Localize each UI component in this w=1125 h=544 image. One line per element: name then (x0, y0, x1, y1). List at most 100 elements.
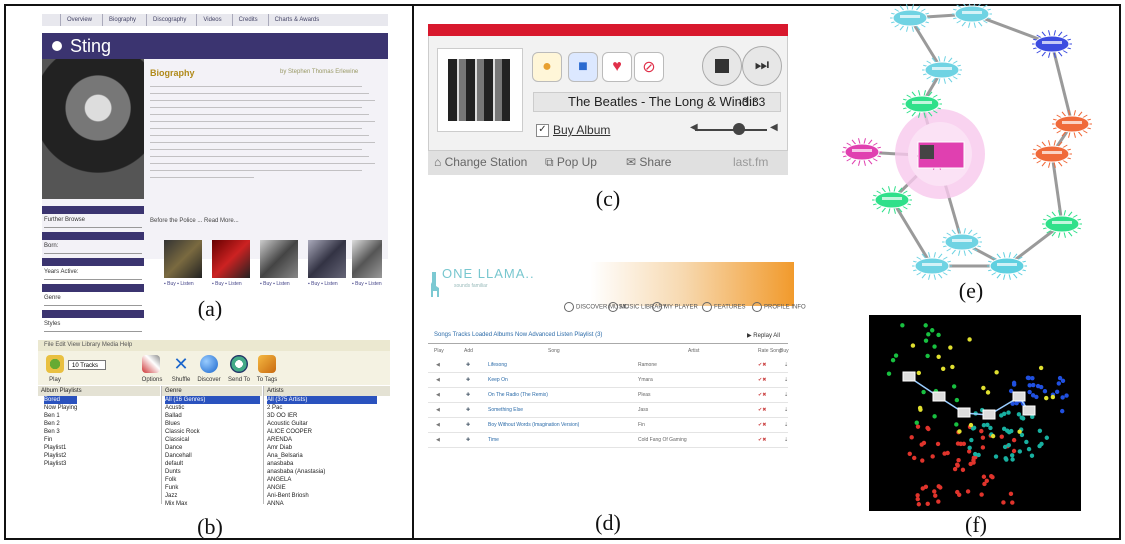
b-artist-item[interactable]: All (375 Artists) (267, 396, 377, 404)
b-artist-item[interactable]: anasbaba (267, 460, 377, 468)
a-album-thumb[interactable] (352, 240, 382, 278)
b-toolbar-label[interactable]: Play (49, 377, 61, 383)
e-artist-graph[interactable] (822, 4, 1104, 288)
b-genre-item[interactable]: All (16 Genres) (165, 396, 260, 404)
shuffle-icon[interactable]: ✕ (172, 355, 190, 373)
add-icon[interactable]: ✚ (466, 377, 470, 383)
a-album-caption[interactable]: ▪ Buy ▪ Listen (260, 281, 290, 287)
play-icon[interactable]: ◀ (436, 362, 440, 368)
b-genre-item[interactable]: Dance (165, 444, 260, 452)
d-table-row[interactable]: ◀ ✚ Lifesong Ramone ✔✖ ⇣ (428, 358, 788, 373)
b-playlist-item[interactable]: Fin (44, 436, 77, 444)
c-share[interactable]: ✉ Share (626, 155, 671, 169)
b-genre-item[interactable]: Ballad (165, 412, 260, 420)
ban-icon[interactable]: ⊘ (634, 52, 664, 82)
b-toolbar-label[interactable]: Options (142, 377, 163, 383)
c-popup[interactable]: ⧉ Pop Up (545, 155, 597, 170)
d-table-row[interactable]: ◀ ✚ Keep On Ymara ✔✖ ⇣ (428, 373, 788, 388)
skip-icon[interactable]: ⏭ (742, 46, 782, 86)
d-table-row[interactable]: ◀ ✚ Something Else Jass ✔✖ ⇣ (428, 403, 788, 418)
d-buy[interactable]: ⇣ (784, 422, 788, 428)
b-artist-item[interactable]: ANGIE (267, 484, 377, 492)
d-buy[interactable]: ⇣ (784, 362, 788, 368)
b-genre-item[interactable]: Folk (165, 476, 260, 484)
d-rate[interactable]: ✔✖ (758, 377, 766, 383)
a-album-caption[interactable]: ▪ Buy ▪ Listen (352, 281, 382, 287)
a-tab[interactable]: Biography (102, 14, 142, 26)
add-icon[interactable]: ✚ (466, 392, 470, 398)
d-song-link[interactable]: Something Else (488, 407, 523, 413)
b-artist-item[interactable]: 3D OO IER (267, 412, 377, 420)
b-playlist-item[interactable]: Ben 2 (44, 420, 77, 428)
d-buy[interactable]: ⇣ (784, 437, 788, 443)
a-tab[interactable]: Discography (146, 14, 192, 26)
b-col-genre[interactable]: Genre (162, 386, 262, 396)
b-playlist-item[interactable]: Now Playing (44, 404, 77, 412)
b-artist-item[interactable]: ANNA (267, 500, 377, 508)
d-replay-all[interactable]: ▶ Replay All (747, 332, 780, 339)
d-table-row[interactable]: ◀ ✚ Boy Without Words (Imagination Version… (428, 418, 788, 433)
b-artist-item[interactable]: Amr Diab (267, 444, 377, 452)
add-icon[interactable]: ✚ (466, 407, 470, 413)
d-table-row[interactable]: ◀ ✚ Time Cold Fang Of Gaming ✔✖ ⇣ (428, 433, 788, 448)
a-album-caption[interactable]: ▪ Buy ▪ Listen (212, 281, 242, 287)
d-song-link[interactable]: Boy Without Words (Imagination Version) (488, 422, 579, 428)
d-rate[interactable]: ✔✖ (758, 362, 766, 368)
b-genre-item[interactable]: Funk (165, 484, 260, 492)
options-icon[interactable] (142, 355, 160, 373)
b-genre-item[interactable]: Classic Rock (165, 428, 260, 436)
d-buy[interactable]: ⇣ (784, 377, 788, 383)
a-album-thumb[interactable] (212, 240, 250, 278)
d-song-link[interactable]: Time (488, 437, 499, 443)
b-col-playlists[interactable]: Album Playlists (38, 386, 160, 396)
love-heart-icon[interactable]: ♥ (602, 52, 632, 82)
b-genre-item[interactable]: Blues (165, 420, 260, 428)
d-buy[interactable]: ⇣ (784, 392, 788, 398)
add-icon[interactable]: ✚ (466, 437, 470, 443)
b-artist-item[interactable]: Ani-Bent Briosh (267, 492, 377, 500)
a-tab[interactable]: Charts & Awards (267, 14, 326, 26)
d-song-link[interactable]: On The Radio (The Remix) (488, 392, 548, 398)
b-menu-bar[interactable]: File Edit View Library Media Help (38, 340, 390, 351)
b-toolbar-label[interactable]: Send To (228, 377, 250, 383)
c-volume-slider[interactable] (695, 129, 767, 131)
b-artist-item[interactable]: ANGELA (267, 476, 377, 484)
play-icon[interactable]: ◀ (436, 392, 440, 398)
play-icon[interactable]: ◀ (436, 422, 440, 428)
b-genre-item[interactable]: Classical (165, 436, 260, 444)
d-rate[interactable]: ✔✖ (758, 437, 766, 443)
a-album-thumb[interactable] (260, 240, 298, 278)
a-read-more-link[interactable]: Before the Police ... Read More... (150, 218, 239, 224)
c-buy-album-link[interactable]: Buy Album (553, 123, 610, 137)
b-col-artists[interactable]: Artists (264, 386, 390, 396)
d-nav-item[interactable]: FEATURES (702, 302, 746, 312)
c-buy-checkbox[interactable]: ✓ (536, 124, 549, 137)
b-artist-item[interactable]: anasbaba (Anastasia) (267, 468, 377, 476)
a-album-caption[interactable]: ▪ Buy ▪ Listen (164, 281, 194, 287)
c-change-station[interactable]: ⌂ Change Station (434, 155, 527, 169)
add-icon[interactable]: ✚ (466, 362, 470, 368)
a-album-caption[interactable]: ▪ Buy ▪ Listen (308, 281, 338, 287)
b-genre-item[interactable]: default (165, 460, 260, 468)
c-volume-handle[interactable] (733, 123, 745, 135)
d-tab-row[interactable]: Songs Tracks Loaded Albums Now Advanced … (434, 332, 602, 338)
play-icon[interactable] (46, 355, 64, 373)
b-track-count-select[interactable]: 10 Tracks (68, 360, 106, 370)
d-song-link[interactable]: Keep On (488, 377, 508, 383)
b-toolbar-label[interactable]: Shuffle (172, 377, 191, 383)
play-icon[interactable]: ◀ (436, 377, 440, 383)
b-genre-item[interactable]: Mix Max (165, 500, 260, 508)
b-playlist-item[interactable]: Playlist3 (44, 460, 77, 468)
d-rate[interactable]: ✔✖ (758, 407, 766, 413)
d-table-row[interactable]: ◀ ✚ On The Radio (The Remix) Pleas ✔✖ ⇣ (428, 388, 788, 403)
b-genre-item[interactable]: Dunts (165, 468, 260, 476)
globe-icon[interactable] (200, 355, 218, 373)
send-to-icon[interactable] (230, 355, 248, 373)
a-album-thumb[interactable] (308, 240, 346, 278)
stop-icon[interactable] (702, 46, 742, 86)
b-playlist-item[interactable]: Playlist1 (44, 444, 77, 452)
a-tab[interactable]: Videos (196, 14, 227, 26)
b-playlist-item[interactable]: Ben 3 (44, 428, 77, 436)
play-icon[interactable]: ◀ (436, 437, 440, 443)
a-album-thumb[interactable] (164, 240, 202, 278)
